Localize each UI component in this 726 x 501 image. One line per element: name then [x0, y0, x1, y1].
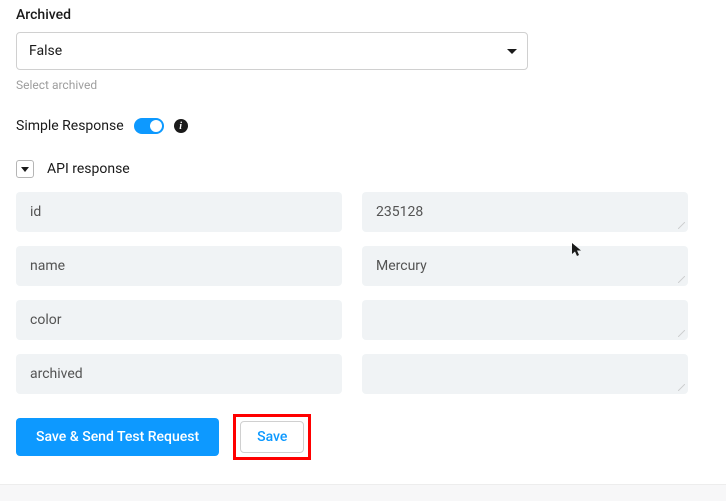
save-send-test-request-button[interactable]: Save & Send Test Request — [16, 418, 219, 456]
response-key: name — [16, 246, 342, 286]
response-key: color — [16, 300, 342, 340]
api-response-grid: id 235128 name Mercury color archived — [16, 192, 710, 394]
response-value[interactable]: Mercury — [362, 246, 688, 286]
simple-response-label: Simple Response — [16, 118, 124, 134]
info-icon[interactable]: i — [174, 119, 188, 133]
archived-label: Archived — [16, 7, 710, 23]
highlight-box: Save — [233, 414, 311, 460]
response-value[interactable]: 235128 — [362, 192, 688, 232]
response-value[interactable] — [362, 300, 688, 340]
toggle-knob — [150, 120, 162, 132]
caret-down-icon — [507, 49, 517, 54]
chevron-down-icon — [21, 167, 29, 172]
response-value[interactable] — [362, 354, 688, 394]
response-key: archived — [16, 354, 342, 394]
simple-response-toggle[interactable] — [134, 118, 164, 134]
save-button[interactable]: Save — [240, 421, 304, 453]
bottom-band — [0, 484, 726, 501]
api-response-collapse-button[interactable] — [16, 160, 34, 178]
api-response-title: API response — [47, 161, 130, 177]
archived-select[interactable]: False — [16, 32, 528, 70]
archived-helper: Select archived — [16, 78, 710, 92]
response-key: id — [16, 192, 342, 232]
archived-value: False — [29, 43, 62, 59]
